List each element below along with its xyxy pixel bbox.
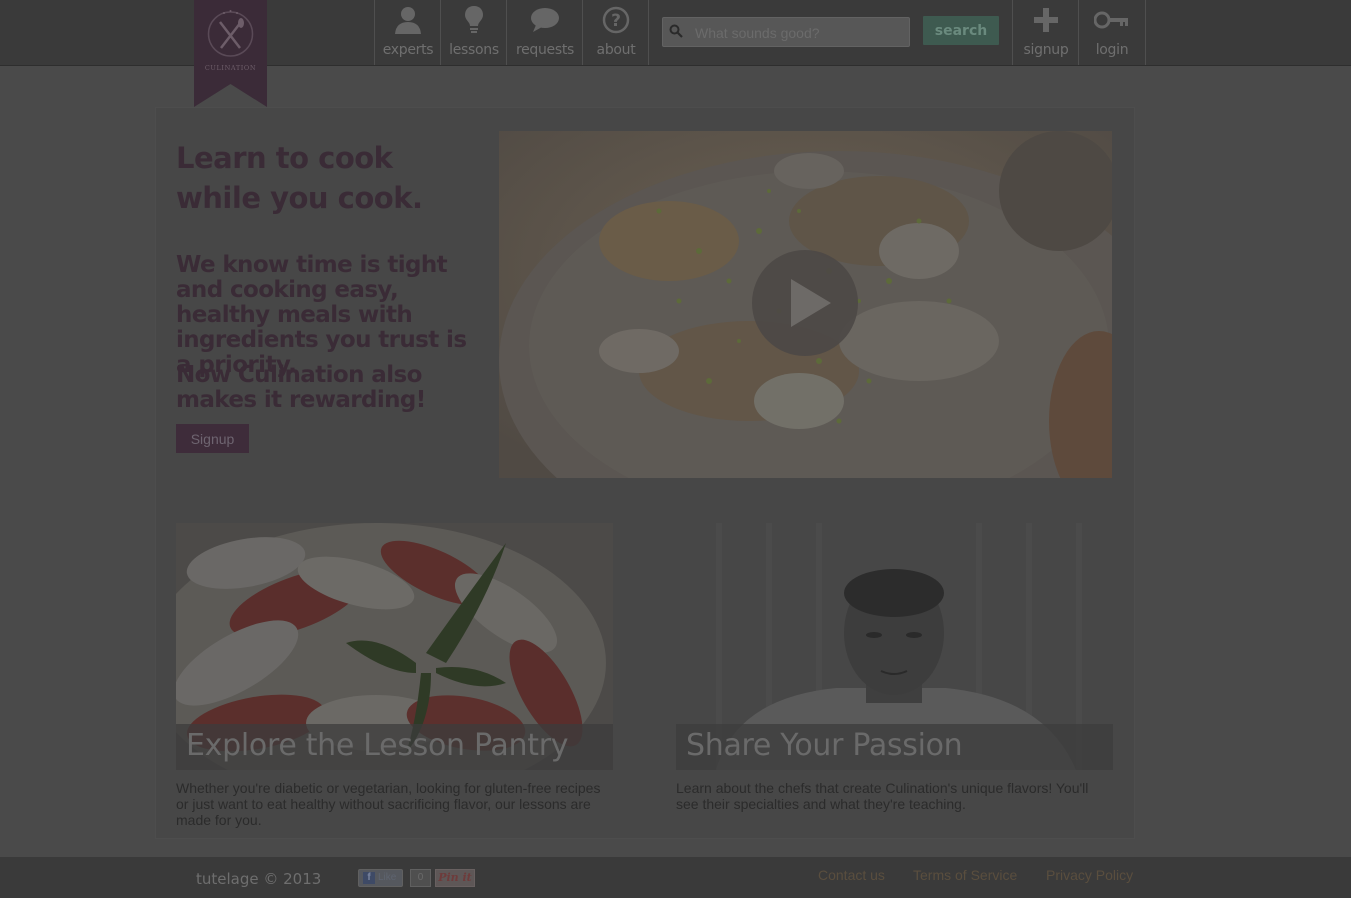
search-icon (669, 24, 683, 43)
footer-link-privacy[interactable]: Privacy Policy (1046, 867, 1133, 883)
nav-lessons[interactable]: lessons (440, 0, 507, 65)
nav-requests-label: requests (515, 42, 575, 58)
lesson-pantry-title[interactable]: Explore the Lesson Pantry (186, 728, 568, 763)
lesson-pantry-card[interactable]: Explore the Lesson Pantry (176, 523, 613, 770)
lesson-pantry-caption: Explore the Lesson Pantry (176, 724, 613, 770)
search-input[interactable] (693, 21, 902, 45)
footer: tutelage © 2013 f Like 0 Pin it Contact … (0, 857, 1351, 898)
nav-requests[interactable]: requests (506, 0, 583, 65)
share-passion-card[interactable]: Share Your Passion (676, 523, 1113, 770)
question-circle-icon: ? (583, 4, 649, 36)
hero-description: We know time is tight and cooking easy, … (176, 252, 467, 378)
share-passion-title[interactable]: Share Your Passion (686, 728, 963, 763)
nav-divider (648, 0, 650, 65)
facebook-icon: f (363, 872, 375, 884)
nav-signup[interactable]: signup (1012, 0, 1079, 65)
nav-login[interactable]: login (1078, 0, 1146, 65)
nav-lessons-label: lessons (449, 42, 499, 58)
logo-wordmark: CULINATION (205, 64, 256, 72)
facebook-like-label: Like (378, 872, 397, 883)
nav-signup-label: signup (1023, 42, 1069, 58)
plus-icon (1013, 4, 1079, 36)
play-icon (752, 250, 858, 356)
play-button[interactable] (751, 249, 859, 357)
search-button[interactable]: search (923, 16, 999, 45)
nav-login-label: login (1095, 42, 1129, 58)
copyright: tutelage © 2013 (196, 870, 322, 888)
person-icon (375, 4, 441, 36)
speech-bubble-icon (507, 4, 583, 36)
lesson-pantry-description: Whether you're diabetic or vegetarian, l… (176, 780, 601, 828)
nav-about[interactable]: ? about (582, 0, 649, 65)
hero-signup-button[interactable]: Signup (176, 424, 249, 453)
footer-link-terms[interactable]: Terms of Service (913, 867, 1017, 883)
nav-experts-label: experts (382, 42, 434, 58)
culination-logo[interactable]: CULINATION (194, 0, 267, 107)
intro-video[interactable] (499, 131, 1112, 478)
share-passion-caption: Share Your Passion (676, 724, 1113, 770)
share-passion-description: Learn about the chefs that create Culina… (676, 780, 1089, 812)
facebook-like-count: 0 (410, 869, 431, 887)
lightbulb-icon (441, 4, 507, 36)
svg-text:?: ? (611, 11, 621, 31)
pinterest-pin-button[interactable]: Pin it (435, 869, 475, 887)
key-icon (1079, 4, 1145, 36)
search-box (662, 17, 910, 47)
hero-reward-text: Now Culination also makes it rewarding! (176, 362, 426, 413)
nav-experts[interactable]: experts (374, 0, 441, 65)
nav-about-label: about (596, 42, 636, 58)
hero-title: Learn to cook while you cook. (176, 141, 423, 215)
facebook-like-button[interactable]: f Like (358, 869, 403, 887)
footer-link-contact[interactable]: Contact us (818, 867, 885, 883)
